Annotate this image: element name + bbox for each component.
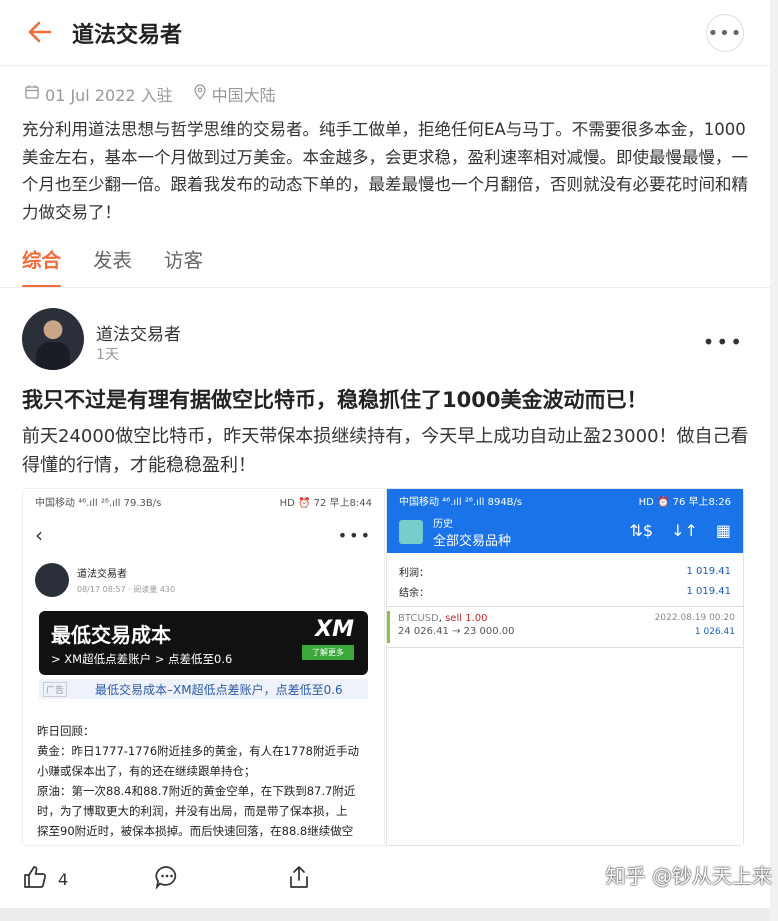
location-pin-icon [193, 84, 207, 104]
post-title[interactable]: 我只不过是有理有据做空比特币，稳稳抓住了1000美金波动而已！ [22, 384, 647, 414]
calendar-icon: ▦ [715, 521, 731, 540]
phone-status-bar: 中国移动 ⁴⁶.ıll ²⁶.ıll 894B/s HD ⏰ 76 早上8:26 [387, 489, 743, 511]
comment-button[interactable] [154, 864, 180, 894]
author-name[interactable]: 道法交易者 [96, 320, 181, 345]
trade-row: BTCUSD, sell 1.00 24 026.41 → 23 000.00 … [387, 611, 743, 643]
like-count: 4 [58, 869, 69, 889]
ad-banner: 最低交易成本 > XM超低点差账户 > 点差低至0.6 XM 了解更多 [39, 611, 368, 675]
post-body[interactable]: 前天24000做空比特币，昨天带保本损继续持有，今天早上成功自动止盈23000！… [22, 423, 752, 480]
page-title: 道法交易者 [72, 23, 183, 48]
share-button[interactable] [287, 864, 311, 894]
article-author: 道法交易者 08/17 08:57 · 阅读量 430 [23, 557, 384, 603]
profit-row: 利润： 1 019.41 [399, 565, 731, 579]
author-avatar[interactable] [22, 308, 84, 370]
back-arrow-icon[interactable] [26, 18, 54, 46]
balance-row: 结余： 1 019.41 [399, 585, 731, 599]
screenshot-article[interactable]: 中国移动 ⁴⁶.ıll ²⁶.ıll 79.3B/s HD ⏰ 72 早上8:4… [22, 488, 385, 846]
calendar-icon [24, 84, 40, 104]
tab-posts[interactable]: 发表 [93, 244, 132, 284]
like-button[interactable]: 4 [22, 864, 68, 894]
mt4-logo-icon [399, 520, 423, 544]
history-nav: 历史 全部交易品种 ⇅$ ↓↑ ▦ [387, 511, 743, 553]
recap-text: 昨日回顾： 黄金：昨日1777-1776附近挂多的黄金，有人在1778附近手动 … [37, 724, 359, 838]
currency-icon: ⇅$ [629, 521, 654, 540]
watermark: 知乎 @钞从天上来 [605, 864, 772, 888]
sort-icon: ↓↑ [671, 521, 698, 540]
location: 中国大陆 [211, 86, 276, 105]
phone-status-bar: 中国移动 ⁴⁶.ıll ²⁶.ıll 79.3B/s HD ⏰ 72 早上8:4… [35, 497, 372, 509]
share-icon [287, 864, 311, 894]
thumbs-up-icon [22, 864, 48, 894]
profile-tabs: 综合 发表 访客 [22, 244, 203, 288]
more-options-button[interactable]: ••• [706, 14, 744, 52]
avatar [35, 563, 69, 597]
post-more-icon[interactable]: ••• [703, 330, 744, 354]
scrollbar[interactable] [770, 0, 778, 921]
article-nav: ‹ ••• [23, 513, 384, 557]
tab-visitors[interactable]: 访客 [164, 244, 203, 284]
ad-caption: 广告 最低交易成本–XM超低点差账户，点差低至0.6 [39, 679, 368, 699]
divider [0, 287, 770, 288]
profile-bio: 充分利用道法思想与哲学思维的交易者。纯手工做单，拒绝任何EA与马丁。不需要很多本… [22, 120, 748, 222]
profile-meta: 01 Jul 2022 入驻 中国大陆 [24, 82, 276, 106]
post-time: 1天 [96, 347, 119, 363]
post-images: 中国移动 ⁴⁶.ıll ²⁶.ıll 79.3B/s HD ⏰ 72 早上8:4… [22, 488, 744, 846]
join-date: 01 Jul 2022 入驻 [45, 86, 173, 105]
screenshot-trade-history[interactable]: 中国移动 ⁴⁶.ıll ²⁶.ıll 894B/s HD ⏰ 76 早上8:26… [386, 488, 744, 846]
comment-icon [154, 864, 180, 894]
xm-logo: XM [315, 617, 354, 642]
footer-separator [0, 908, 770, 921]
more-icon: ••• [337, 525, 372, 545]
tab-overview[interactable]: 综合 [22, 244, 62, 288]
top-header: 道法交易者 ••• [0, 0, 770, 66]
chevron-left-icon: ‹ [35, 523, 43, 547]
